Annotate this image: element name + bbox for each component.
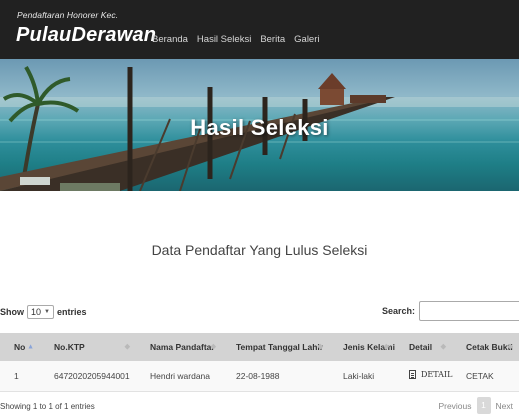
nav-item-berita[interactable]: Berita	[260, 34, 285, 45]
nav-item-hasil-seleksi[interactable]: Hasil Seleksi	[197, 34, 251, 45]
top-navbar: Pendaftaran Honorer Kec. PulauDerawan Be…	[0, 0, 519, 59]
sort-icon: ◆	[383, 343, 389, 351]
sort-icon: ◆	[440, 343, 446, 351]
table-header-row: No ▲ No.KTP ◆ Nama Pandaftar ◆ Tempat Tangg…	[0, 333, 519, 361]
sort-icon: ◆	[124, 343, 130, 351]
detail-label: DETAIL	[421, 370, 453, 380]
table-info: Showing 1 to 1 of 1 entries	[0, 402, 95, 411]
column-header-ktp[interactable]: No.KTP ◆	[40, 333, 136, 361]
sort-icon: ◆	[210, 343, 216, 351]
section-title: Data Pendaftar Yang Lulus Seleksi	[151, 242, 368, 258]
next-page-button[interactable]: Next	[496, 401, 513, 411]
sort-icon: ◆	[507, 343, 513, 351]
cell-no: 1	[0, 361, 40, 392]
cell-detail: DETAIL	[395, 361, 453, 392]
chevron-down-icon: ▼	[44, 309, 50, 315]
brand-title[interactable]: PulauDerawan	[16, 24, 156, 47]
nav-item-galeri[interactable]: Galeri	[294, 34, 319, 45]
column-header-no[interactable]: No ▲	[0, 333, 40, 361]
cell-ttl: 22-08-1988	[222, 361, 329, 392]
results-table: No ▲ No.KTP ◆ Nama Pandaftar ◆ Tempat Tangg…	[0, 333, 519, 392]
entries-select[interactable]: 10 ▼	[27, 305, 54, 319]
previous-page-button[interactable]: Previous	[438, 401, 471, 411]
cell-jenis-kelamin: Laki-laki	[329, 361, 395, 392]
cell-ktp: 6472020205944001	[40, 361, 136, 392]
nav-item-beranda[interactable]: Beranda	[152, 34, 188, 45]
hero-banner: Hasil Seleksi	[0, 59, 519, 191]
entries-prefix-label: Show	[0, 307, 24, 317]
detail-link[interactable]: DETAIL	[409, 370, 453, 380]
pagination: Previous 1 Next	[438, 397, 513, 414]
page-1-button[interactable]: 1	[476, 397, 491, 414]
column-header-cetak[interactable]: Cetak Bukti ◆	[452, 333, 519, 361]
column-header-detail[interactable]: Detail ◆	[395, 333, 452, 361]
column-header-ttl[interactable]: Tempat Tanggal Lahir ◆	[222, 333, 329, 361]
hero-title: Hasil Seleksi	[190, 115, 329, 140]
entries-length-control: Show 10 ▼ entries	[0, 305, 86, 319]
document-icon	[409, 370, 416, 380]
cell-nama: Hendri wardana	[136, 361, 222, 392]
cetak-link[interactable]: CETAK	[466, 371, 494, 381]
main-nav: Beranda Hasil Seleksi Berita Galeri	[152, 34, 319, 45]
search-input[interactable]	[419, 301, 519, 321]
sort-asc-icon: ▲	[27, 343, 34, 351]
brand-subtitle: Pendaftaran Honorer Kec.	[17, 10, 119, 20]
table-row: 1 6472020205944001 Hendri wardana 22-08-…	[0, 361, 519, 392]
sort-icon: ◆	[317, 343, 323, 351]
cell-cetak: CETAK	[452, 361, 519, 392]
entries-select-value: 10	[31, 307, 42, 317]
search-label: Search:	[382, 306, 416, 316]
column-header-jenis-kelamin[interactable]: Jenis Kelamin ◆	[329, 333, 400, 361]
entries-suffix-label: entries	[56, 307, 87, 317]
column-header-nama[interactable]: Nama Pandaftar ◆	[136, 333, 222, 361]
search-control: Search:	[382, 301, 519, 321]
